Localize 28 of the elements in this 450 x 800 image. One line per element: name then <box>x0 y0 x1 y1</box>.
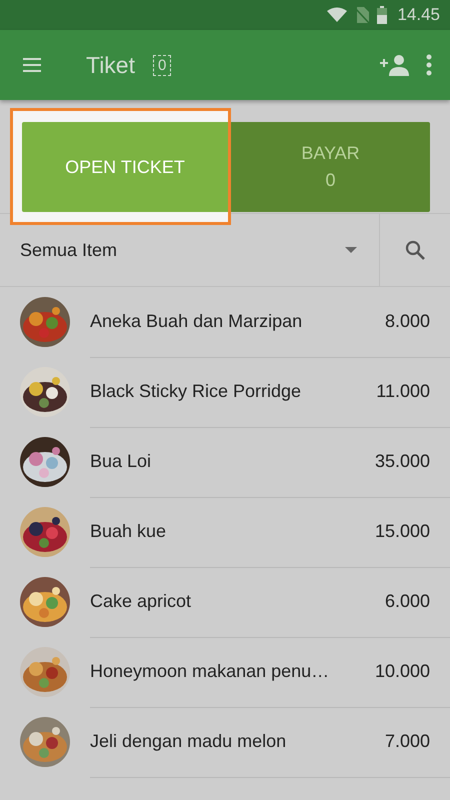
wifi-icon <box>327 7 348 23</box>
item-row[interactable]: Bua Loi 35.000 <box>0 427 450 497</box>
item-price: 10.000 <box>374 661 430 682</box>
item-row[interactable]: Honeymoon makanan penu… 10.000 <box>0 637 450 707</box>
category-dropdown[interactable]: Semua Item <box>0 214 380 286</box>
item-row[interactable]: Cake apricot 6.000 <box>0 567 450 637</box>
item-price: 15.000 <box>374 521 430 542</box>
item-name: Jeli dengan madu melon <box>90 731 286 752</box>
app-title: Tiket <box>86 52 135 78</box>
item-price: 7.000 <box>384 731 430 752</box>
item-row[interactable]: Buah kue 15.000 <box>0 497 450 567</box>
item-name: Buah kue <box>90 521 166 542</box>
dropdown-caret-icon <box>345 247 357 253</box>
item-price: 6.000 <box>384 591 430 612</box>
item-name: Aneka Buah dan Marzipan <box>90 311 302 332</box>
item-name: Honeymoon makanan penu… <box>90 661 330 682</box>
item-name: Cake apricot <box>90 591 192 612</box>
item-price: 11.000 <box>376 381 430 402</box>
no-sim-icon <box>355 7 370 23</box>
item-name: Bua Loi <box>90 451 152 472</box>
item-row[interactable]: Jeli dengan madu melon 7.000 <box>0 707 450 777</box>
item-price: 8.000 <box>384 311 430 332</box>
item-name: Black Sticky Rice Porridge <box>90 381 302 402</box>
item-row[interactable]: Aneka Buah dan Marzipan 8.000 <box>0 287 450 357</box>
status-time: 14.45 <box>397 5 440 25</box>
item-row[interactable]: Black Sticky Rice Porridge 11.000 <box>0 357 450 427</box>
item-price: 35.000 <box>374 451 430 472</box>
battery-icon <box>377 6 388 24</box>
